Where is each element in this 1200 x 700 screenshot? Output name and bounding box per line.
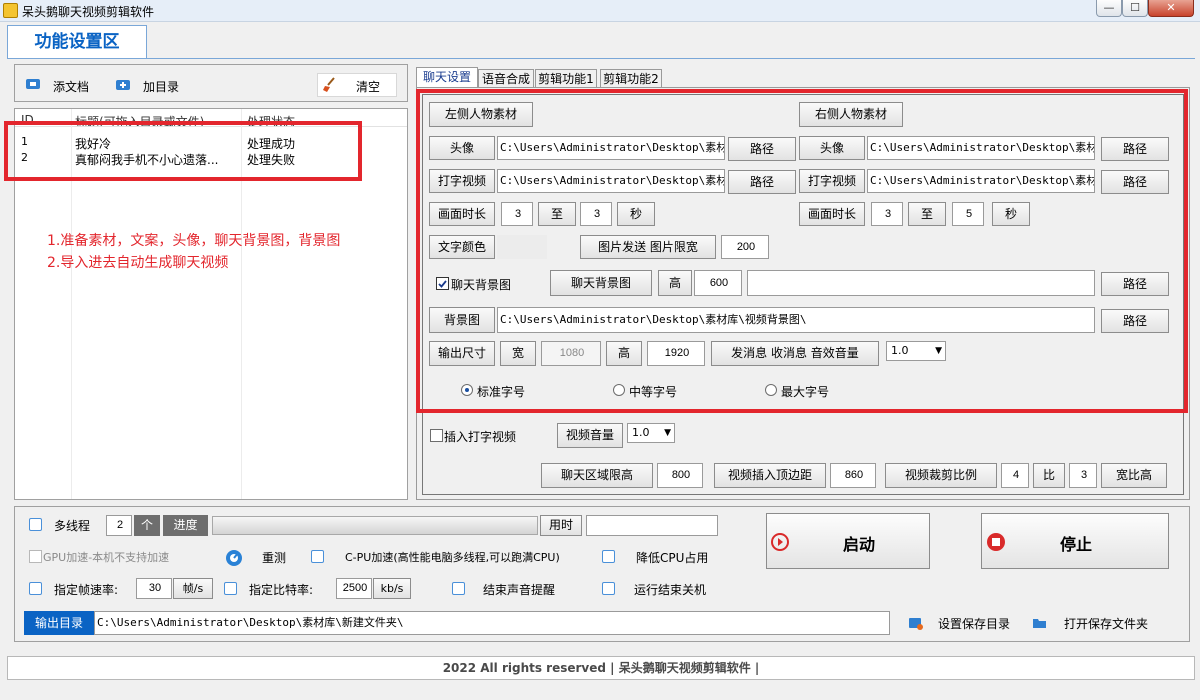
folder-add-icon bbox=[116, 80, 130, 90]
gpu-label: GPU加速-本机不支持加速 bbox=[43, 551, 170, 564]
cpu-accel-label: C-PU加速(高性能电脑多线程,可以跑满CPU) bbox=[345, 551, 560, 564]
stop-label: 停止 bbox=[1060, 535, 1093, 554]
note-line-1: 1.准备素材，文案，头像，聊天背景图，背景图 bbox=[47, 233, 341, 249]
fps-checkbox[interactable] bbox=[29, 582, 42, 595]
retest-label[interactable]: 重测 bbox=[262, 549, 286, 566]
fps-label: 指定帧速率: bbox=[54, 583, 119, 597]
bitrate-unit: kb/s bbox=[373, 578, 411, 599]
video-insert-top-button[interactable]: 视频插入顶边距 bbox=[714, 463, 826, 488]
thread-count-input[interactable]: 2 bbox=[106, 515, 132, 536]
bitrate-input[interactable]: 2500 bbox=[336, 578, 372, 599]
insert-typing-label: 插入打字视频 bbox=[444, 430, 517, 444]
set-save-dir-button[interactable]: 设置保存目录 bbox=[904, 612, 1022, 634]
clear-label: 清空 bbox=[356, 80, 381, 94]
insert-typing-checkbox[interactable] bbox=[430, 429, 443, 442]
multithread-checkbox[interactable] bbox=[29, 518, 42, 531]
minimize-button[interactable]: — bbox=[1096, 0, 1122, 17]
maximize-button[interactable]: ☐ bbox=[1122, 0, 1148, 17]
add-dir-label: 加目录 bbox=[143, 80, 180, 94]
output-dir-label: 输出目录 bbox=[24, 611, 94, 635]
highlight-box-list bbox=[4, 121, 362, 181]
add-dir-button[interactable]: 加目录 bbox=[113, 75, 209, 95]
chat-area-height-input[interactable]: 800 bbox=[657, 463, 703, 488]
gpu-checkbox[interactable] bbox=[29, 550, 42, 563]
output-dir-input[interactable]: C:\Users\Administrator\Desktop\素材库\新建文件夹… bbox=[94, 611, 890, 635]
start-label: 启动 bbox=[843, 535, 876, 554]
close-button[interactable]: ✕ bbox=[1148, 0, 1194, 17]
video-insert-top-input[interactable]: 860 bbox=[830, 463, 876, 488]
crop-ratio-a[interactable]: 4 bbox=[1001, 463, 1029, 488]
fps-unit: 帧/s bbox=[173, 578, 213, 599]
shutdown-label: 运行结束关机 bbox=[634, 583, 707, 597]
end-sound-checkbox[interactable] bbox=[452, 582, 465, 595]
end-sound-label: 结束声音提醒 bbox=[483, 583, 556, 597]
file-toolbar: 添文档 加目录 清空 bbox=[14, 64, 408, 102]
start-button[interactable]: 启动 bbox=[766, 513, 930, 569]
add-doc-label: 添文档 bbox=[53, 80, 90, 94]
lower-cpu-checkbox[interactable] bbox=[602, 550, 615, 563]
time-used-label: 用时 bbox=[540, 515, 582, 536]
thread-unit-label: 个 bbox=[134, 515, 160, 536]
play-icon bbox=[771, 533, 789, 551]
main-tab-settings[interactable]: 功能设置区 bbox=[7, 25, 147, 59]
progress-label: 进度 bbox=[163, 515, 208, 536]
open-save-dir-label: 打开保存文件夹 bbox=[1064, 617, 1149, 631]
settings-folder-icon bbox=[909, 618, 923, 630]
fps-input[interactable]: 30 bbox=[136, 578, 172, 599]
wide-to-high-button[interactable]: 宽比高 bbox=[1101, 463, 1167, 488]
shutdown-checkbox[interactable] bbox=[602, 582, 615, 595]
footer: 2022 All rights reserved | 呆头鹅聊天视频剪辑软件 | bbox=[7, 656, 1195, 680]
crop-ratio-button[interactable]: 视频裁剪比例 bbox=[885, 463, 997, 488]
window-title: 呆头鹅聊天视频剪辑软件 bbox=[22, 5, 155, 19]
highlight-box-settings bbox=[416, 89, 1188, 413]
video-volume-button[interactable]: 视频音量 bbox=[557, 423, 623, 448]
cpu-accel-checkbox[interactable] bbox=[311, 550, 324, 563]
broom-icon bbox=[323, 77, 335, 92]
note-line-2: 2.导入进去自动生成聊天视频 bbox=[47, 255, 229, 271]
dropdown-arrow-icon: ▼ bbox=[664, 428, 671, 438]
bitrate-label: 指定比特率: bbox=[249, 583, 314, 597]
multithread-label: 多线程 bbox=[54, 519, 91, 533]
film-icon bbox=[26, 79, 40, 89]
crop-ratio-b[interactable]: 3 bbox=[1069, 463, 1097, 488]
tab-edit-1[interactable]: 剪辑功能1 bbox=[535, 69, 597, 88]
tab-voice-synthesis[interactable]: 语音合成 bbox=[478, 69, 534, 88]
chat-area-height-button[interactable]: 聊天区域限高 bbox=[541, 463, 653, 488]
video-volume-value: 1.0 bbox=[632, 426, 650, 439]
add-doc-button[interactable]: 添文档 bbox=[23, 75, 119, 95]
lower-cpu-label: 降低CPU占用 bbox=[636, 551, 709, 565]
crop-ratio-word: 比 bbox=[1033, 463, 1065, 488]
stop-icon bbox=[987, 533, 1005, 551]
open-save-dir-button[interactable]: 打开保存文件夹 bbox=[1028, 612, 1158, 634]
video-volume-select[interactable]: 1.0 ▼ bbox=[627, 423, 675, 443]
open-folder-icon bbox=[1033, 619, 1046, 628]
stop-button[interactable]: 停止 bbox=[981, 513, 1169, 569]
app-icon bbox=[3, 3, 18, 18]
tab-chat-settings[interactable]: 聊天设置 bbox=[416, 67, 478, 88]
clear-button[interactable]: 清空 bbox=[317, 73, 397, 97]
main-tab-divider bbox=[7, 58, 1195, 59]
bitrate-checkbox[interactable] bbox=[224, 582, 237, 595]
title-bar: 呆头鹅聊天视频剪辑软件 — ☐ ✕ bbox=[0, 0, 1200, 22]
speedometer-icon[interactable] bbox=[224, 547, 244, 567]
time-used-value bbox=[586, 515, 718, 536]
set-save-dir-label: 设置保存目录 bbox=[938, 617, 1011, 631]
progress-bar bbox=[212, 516, 538, 535]
tab-edit-2[interactable]: 剪辑功能2 bbox=[600, 69, 662, 88]
